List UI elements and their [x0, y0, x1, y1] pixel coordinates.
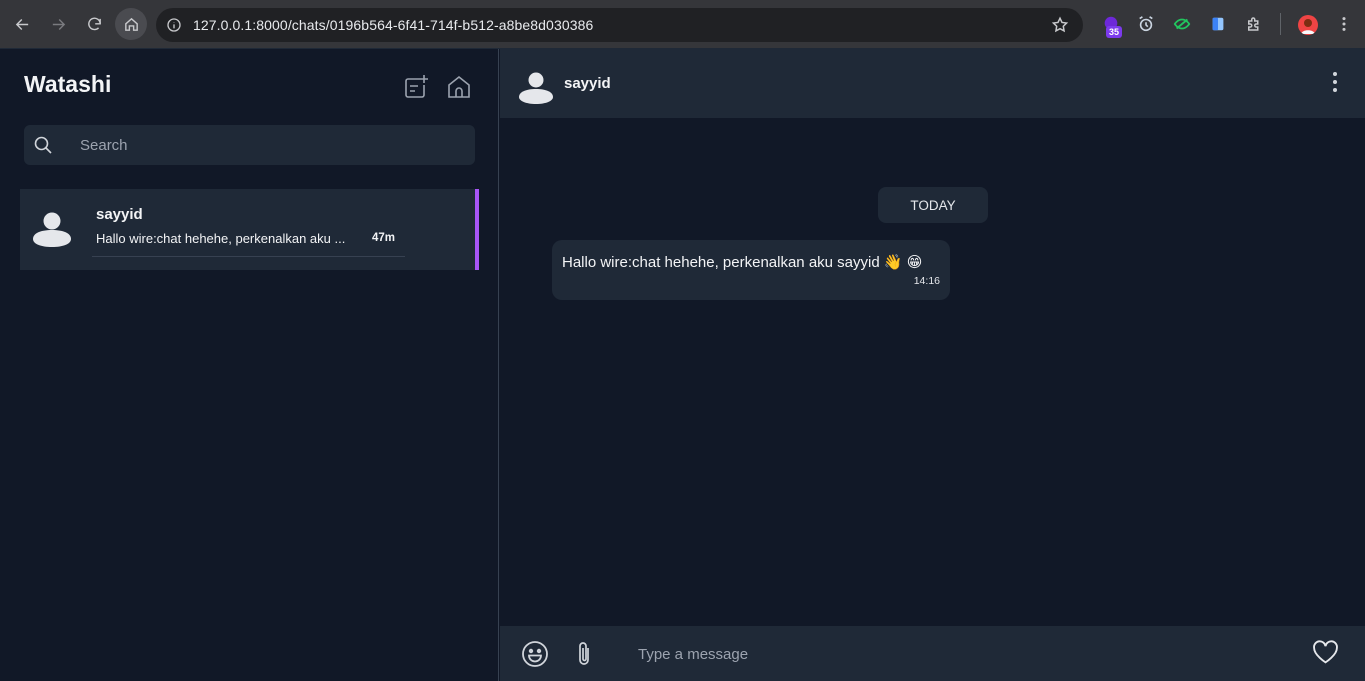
home-icon[interactable]	[446, 74, 472, 100]
heart-icon[interactable]	[1312, 639, 1339, 665]
extensions-puzzle-icon[interactable]	[1244, 14, 1264, 34]
search-icon	[34, 136, 52, 154]
avatar-placeholder-icon	[519, 72, 553, 104]
forward-icon[interactable]	[43, 9, 73, 39]
profile-avatar[interactable]	[1298, 15, 1318, 35]
emoji-icon[interactable]	[521, 640, 549, 668]
chat-last-message-preview: Hallo wire:chat hehehe, perkenalkan aku …	[96, 231, 346, 246]
message-list: TODAY Hallo wire:chat hehehe, perkenalka…	[500, 118, 1365, 626]
extension-docs-icon[interactable]	[1208, 14, 1228, 34]
chat-contact-name: sayyid	[96, 206, 143, 223]
extension-alarm-icon[interactable]	[1136, 14, 1156, 34]
reload-icon[interactable]	[79, 9, 109, 39]
extension-eye-icon[interactable]	[1172, 14, 1192, 34]
address-bar[interactable]: 127.0.0.1:8000/chats/0196b564-6f41-714f-…	[156, 8, 1083, 42]
chat-last-message-time: 47m	[372, 232, 396, 244]
conversation-contact-name: sayyid	[564, 75, 611, 92]
conversation-menu-icon[interactable]	[1330, 71, 1340, 93]
browser-home-icon[interactable]	[115, 8, 147, 40]
chat-item-divider	[92, 256, 405, 257]
message-text: Hallo wire:chat hehehe, perkenalkan aku …	[562, 254, 923, 271]
chat-list-item[interactable]: sayyid Hallo wire:chat hehehe, perkenalk…	[20, 189, 479, 270]
site-info-icon[interactable]	[166, 17, 182, 33]
search-input[interactable]	[80, 125, 470, 165]
date-separator: TODAY	[878, 187, 988, 223]
conversation-header: sayyid	[500, 49, 1365, 118]
bookmark-star-icon[interactable]	[1051, 16, 1069, 34]
paperclip-icon[interactable]	[573, 640, 595, 668]
app-title: Watashi	[24, 71, 112, 97]
extension-badge: 35	[1106, 26, 1123, 38]
search-box	[24, 125, 475, 165]
message-bubble[interactable]: Hallo wire:chat hehehe, perkenalkan aku …	[552, 240, 950, 300]
url-text: 127.0.0.1:8000/chats/0196b564-6f41-714f-…	[193, 17, 594, 33]
chat-sidebar: Watashi sayyid Hallo wire:chat hehehe, p…	[0, 49, 499, 681]
back-icon[interactable]	[7, 9, 37, 39]
message-input[interactable]	[638, 636, 1278, 672]
message-time: 14:16	[913, 275, 940, 287]
message-composer	[500, 626, 1365, 681]
browser-toolbar: 127.0.0.1:8000/chats/0196b564-6f41-714f-…	[0, 0, 1365, 49]
new-chat-icon[interactable]	[402, 73, 430, 101]
browser-menu-icon[interactable]	[1334, 14, 1354, 34]
avatar-placeholder-icon	[33, 212, 71, 247]
toolbar-divider	[1280, 13, 1281, 35]
